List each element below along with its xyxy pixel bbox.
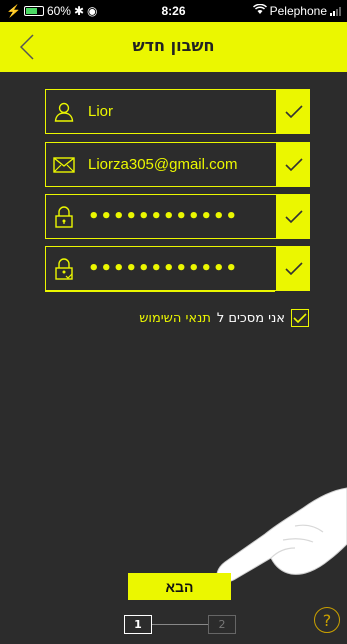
- password-underline: [45, 238, 275, 239]
- checkmark-icon: [284, 104, 303, 118]
- help-button[interactable]: ?: [314, 607, 340, 633]
- user-icon: [46, 89, 82, 134]
- checkmark-icon: [284, 209, 303, 223]
- name-field[interactable]: Lior: [45, 89, 310, 134]
- email-value: Liorza305@gmail.com: [88, 156, 238, 173]
- email-input[interactable]: Liorza305@gmail.com: [45, 142, 277, 187]
- checkmark-icon: [284, 157, 303, 171]
- lock-icon: [46, 194, 82, 239]
- terms-checkbox[interactable]: [291, 309, 309, 327]
- header-bar: חשבון חדש: [0, 22, 347, 72]
- password-value: ••••••••••••: [88, 206, 239, 227]
- confirm-password-valid-check: [277, 246, 310, 291]
- confirm-password-field[interactable]: ••••••••••••: [45, 246, 310, 291]
- status-right: Pelephone: [252, 3, 341, 18]
- step-connector: [152, 624, 208, 625]
- wifi-icon: [252, 3, 267, 18]
- step-2: 2: [208, 615, 236, 634]
- lock-check-icon: [46, 246, 82, 291]
- name-valid-check: [277, 89, 310, 134]
- terms-row: אני מסכים ל תנאי השימוש: [139, 309, 309, 327]
- next-button[interactable]: הבא: [128, 573, 231, 600]
- email-valid-check: [277, 142, 310, 187]
- name-input[interactable]: Lior: [45, 89, 277, 134]
- envelope-icon: [46, 142, 82, 187]
- name-value: Lior: [88, 103, 114, 120]
- page-title: חשבון חדש: [132, 36, 215, 55]
- password-input[interactable]: ••••••••••••: [45, 194, 277, 239]
- step-1: 1: [124, 615, 152, 634]
- password-field[interactable]: ••••••••••••: [45, 194, 310, 239]
- password-valid-check: [277, 194, 310, 239]
- step-indicator: 1 2: [124, 615, 236, 635]
- confirm-password-underline: [45, 291, 275, 292]
- status-bar: ⚡ 60% ✱ ◉ 8:26 Pelephone: [0, 0, 347, 22]
- email-field[interactable]: Liorza305@gmail.com: [45, 142, 310, 187]
- email-underline: [45, 186, 275, 187]
- confirm-password-value: ••••••••••••: [88, 258, 239, 279]
- checkmark-icon: [284, 261, 303, 275]
- checkmark-icon: [293, 312, 307, 323]
- carrier-name: Pelephone: [269, 4, 327, 18]
- terms-text: אני מסכים ל: [216, 310, 285, 326]
- terms-link[interactable]: תנאי השימוש: [139, 311, 211, 326]
- confirm-password-input[interactable]: ••••••••••••: [45, 246, 277, 291]
- question-icon: ?: [322, 610, 332, 630]
- signal-icon: [330, 6, 341, 16]
